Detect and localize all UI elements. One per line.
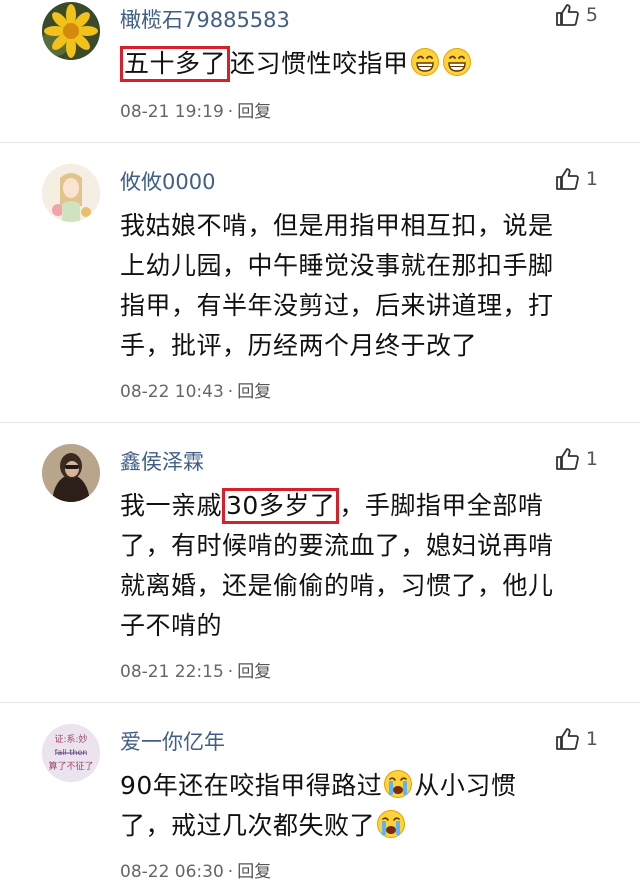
comment-meta: 08-22 10:43 · 回复 [120, 377, 271, 402]
comment-text-c: 了，戒过几次都失败了 [120, 811, 376, 840]
timestamp: 08-22 06:30 [120, 862, 224, 881]
grin-emoji-icon [410, 47, 440, 77]
reply-button[interactable]: 回复 [237, 862, 271, 881]
avatar[interactable] [42, 164, 100, 222]
like-count: 1 [585, 168, 598, 190]
avatar-text: 算了不征了 [48, 760, 93, 772]
thumbs-up-icon [554, 2, 580, 28]
reply-button[interactable]: 回复 [237, 102, 271, 122]
girl-illustration-avatar-image [42, 164, 100, 222]
comment-text: 五十多了 还习惯性咬指甲 [120, 44, 600, 84]
comment-line: 我一亲戚 30多岁了 ，手脚指甲全部啃 [120, 486, 600, 526]
comment-meta: 08-21 19:19 · 回复 [120, 97, 271, 122]
thumbs-up-icon [554, 726, 580, 752]
highlighted-text: 五十多了 [120, 46, 231, 82]
comment-meta: 08-21 22:15 · 回复 [120, 657, 271, 682]
portrait-avatar-image [42, 444, 100, 502]
divider [0, 422, 640, 423]
comment-text-pre: 我一亲戚 [120, 491, 223, 520]
avatar[interactable]: 证:系:妙 fall then 算了不征了 [42, 724, 100, 782]
separator: · [227, 382, 234, 402]
reply-button[interactable]: 回复 [237, 662, 271, 682]
like-count: 1 [585, 728, 598, 750]
separator: · [227, 102, 234, 122]
username[interactable]: 攸攸0000 [120, 166, 215, 196]
comment-text-a: 90年还在咬指甲得路过 [120, 771, 383, 800]
grin-emoji-icon [442, 47, 472, 77]
timestamp: 08-21 22:15 [120, 662, 224, 682]
comment-line: 我姑娘不啃，但是用指甲相互扣，说是 [120, 211, 554, 240]
avatar-text: 证:系:妙 [54, 733, 87, 745]
comment-text: 90年还在咬指甲得路过 从小习惯 了，戒过几次都失败了 [120, 766, 600, 846]
comment-text: 我姑娘不啃，但是用指甲相互扣，说是 上幼儿园，中午睡觉没事就在那扣手脚 指甲，有… [120, 206, 600, 366]
comment-line: 指甲，有半年没剪过，后来讲道理，打 [120, 291, 554, 320]
username[interactable]: 爱一你亿年 [120, 726, 225, 756]
comment-meta: 08-22 06:30 · 回复 [120, 857, 271, 881]
thumbs-up-icon [554, 166, 580, 192]
separator: · [227, 662, 234, 682]
timestamp: 08-21 19:19 [120, 102, 224, 122]
comment-line: 上幼儿园，中午睡觉没事就在那扣手脚 [120, 251, 554, 280]
comment-text: 我一亲戚 30多岁了 ，手脚指甲全部啃 了，有时候啃的要流血了，媳妇说再啃 就离婚，… [120, 486, 600, 646]
handwriting-avatar-image: 证:系:妙 fall then 算了不征了 [42, 724, 100, 782]
like-button[interactable]: 1 [554, 726, 598, 752]
comment-text-b: 从小习惯 [414, 771, 517, 800]
timestamp: 08-22 10:43 [120, 382, 224, 402]
like-button[interactable]: 1 [554, 166, 598, 192]
comment-line: 90年还在咬指甲得路过 从小习惯 [120, 766, 600, 806]
reply-button[interactable]: 回复 [237, 382, 271, 402]
like-count: 1 [585, 448, 598, 470]
comment-line: 就离婚，还是偷偷的啃，习惯了，他儿 [120, 571, 554, 600]
divider [0, 142, 640, 143]
username[interactable]: 橄榄石79885583 [120, 4, 290, 34]
flower-avatar-image [42, 2, 100, 60]
comment-line: 了，有时候啃的要流血了，媳妇说再啃 [120, 531, 554, 560]
like-button[interactable]: 5 [554, 2, 598, 28]
comment-line: 手，批评，历经两个月终于改了 [120, 331, 478, 360]
separator: · [227, 862, 234, 881]
like-button[interactable]: 1 [554, 446, 598, 472]
highlighted-text: 30多岁了 [222, 488, 340, 524]
comment-text-post: ，手脚指甲全部啃 [339, 491, 544, 520]
thumbs-up-icon [554, 446, 580, 472]
comment-line: 了，戒过几次都失败了 [120, 806, 600, 846]
comment-line: 子不啃的 [120, 611, 223, 640]
divider [0, 702, 640, 703]
username[interactable]: 鑫侯泽霖 [120, 446, 204, 476]
avatar[interactable] [42, 2, 100, 60]
like-count: 5 [585, 4, 598, 26]
crying-emoji-icon [383, 769, 413, 799]
comment-text-rest: 还习惯性咬指甲 [230, 49, 409, 78]
crying-emoji-icon [376, 809, 406, 839]
comment-feed: 橄榄石79885583 5 五十多了 还习惯性咬指甲 08-21 19:19 · 回复 [0, 0, 640, 881]
avatar[interactable] [42, 444, 100, 502]
